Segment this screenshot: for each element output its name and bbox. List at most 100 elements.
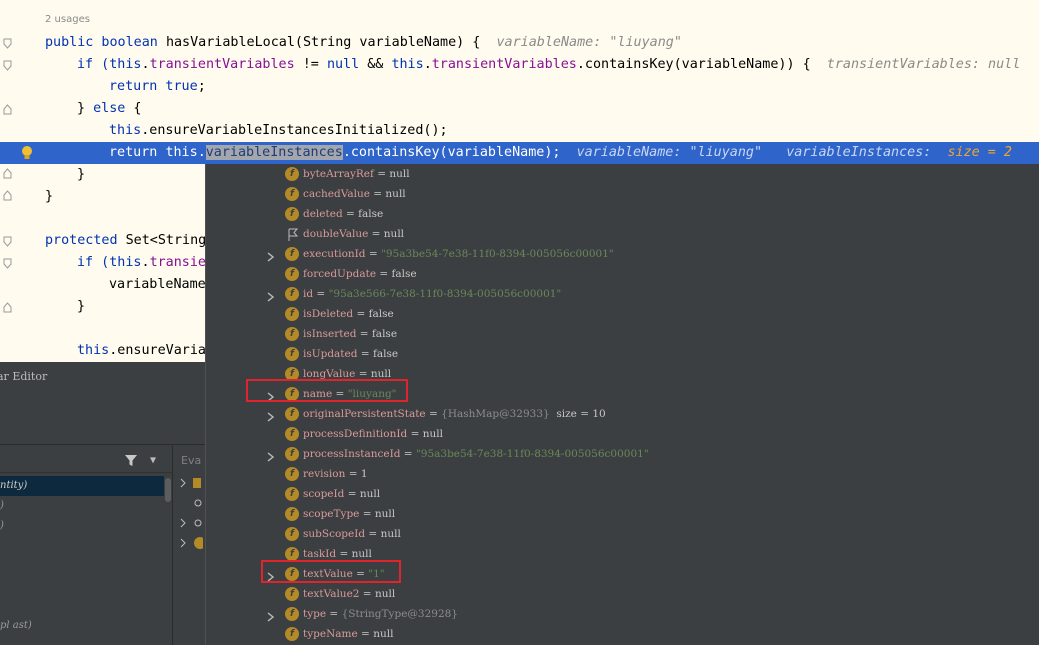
variable-node-text-value2[interactable]: f textValue2 = null [206,584,1039,604]
field-icon: f [285,527,299,541]
code-line[interactable]: if (this.transie [77,252,206,274]
variable-node-forced-update[interactable]: f forcedUpdate = false [206,264,1039,284]
fold-marker-icon[interactable] [3,168,12,179]
variable-node-is-deleted[interactable]: f isDeleted = false [206,304,1039,324]
frame-label: ) [0,520,4,531]
variable-value: {HashMap@32933} [441,408,550,420]
variable-node-type-name[interactable]: f typeName = null [206,624,1039,644]
equals-sign: = [425,408,442,420]
field-icon: f [285,547,299,561]
variable-node-cached-value[interactable]: f cachedValue = null [206,184,1039,204]
code-line[interactable]: } [77,296,85,318]
variable-row[interactable] [179,476,207,496]
frames-scrollbar[interactable] [164,474,172,645]
variable-node-id[interactable]: f id = "95a3e566-7e38-11f0-8394-005056c00… [206,284,1039,304]
usages-hint[interactable]: 2 usages [45,14,90,25]
variable-name: id [303,288,314,300]
frame-item[interactable]: pl ast) [0,616,164,636]
variable-node-scope-type[interactable]: f scopeType = null [206,504,1039,524]
variable-row[interactable] [179,516,207,536]
variable-node-revision[interactable]: f revision = 1 [206,464,1039,484]
variable-node-original-persistent-state[interactable]: f originalPersistentState = {HashMap@3293… [206,404,1039,424]
inline-value-hint: variableName: "liuyang" [576,145,763,160]
frame-item[interactable]: ntity) [0,476,164,496]
code-keyword: this [109,57,142,72]
field-icon: f [285,447,299,461]
variable-text: textValue2 = null [303,584,395,604]
fold-marker-icon[interactable] [3,236,12,247]
code-line[interactable]: variableName [109,274,206,296]
fold-marker-icon[interactable] [3,60,12,71]
variable-node-deleted[interactable]: f deleted = false [206,204,1039,224]
lightbulb-icon[interactable] [20,145,34,161]
fold-marker-icon[interactable] [3,190,12,201]
variable-node-process-instance-id[interactable]: f processInstanceId = "95a3be54-7e38-11f0… [206,444,1039,464]
expand-arrow-icon[interactable] [266,248,276,262]
variable-node-byte-array-ref[interactable]: f byteArrayRef = null [206,164,1039,184]
code-line[interactable]: public boolean hasVariableLocal(String v… [45,32,682,54]
expand-arrow-icon[interactable] [266,608,276,622]
variable-row[interactable] [179,496,207,516]
selected-expression[interactable]: variableInstances [205,145,343,160]
expand-arrow-icon[interactable] [266,288,276,302]
variable-text: isUpdated = false [303,344,398,364]
variable-name: typeName [303,628,358,640]
equals-sign: = [365,248,382,260]
code-line[interactable]: } [45,186,53,208]
field-icon: f [285,167,299,181]
equals-sign: = [326,608,342,620]
variable-value: "95a3be54-7e38-11f0-8394-005056c00001" [381,248,614,260]
code-keyword: if ( [77,255,110,270]
variable-node-type[interactable]: f type = {StringType@32928} [206,604,1039,624]
frames-list[interactable]: ntity) ) ) pl ast) [0,474,164,645]
variable-value: null [383,228,405,240]
variable-node-execution-id[interactable]: f executionId = "95a3be54-7e38-11f0-8394-… [206,244,1039,264]
variable-name: forcedUpdate [303,268,377,280]
variable-node-is-updated[interactable]: f isUpdated = false [206,344,1039,364]
code-line[interactable]: } [77,164,85,186]
variable-node-double-value[interactable]: doubleValue = null [206,224,1039,244]
code-line[interactable]: return true; [109,76,206,98]
field-icon: f [285,187,299,201]
field-icon: f [285,467,299,481]
field-icon: f [285,307,299,321]
code-keyword: this [109,123,142,138]
code-line[interactable]: protected Set<String [45,230,206,252]
code-line[interactable]: return this.variableInstances.containsKe… [109,142,1012,164]
field-icon: f [285,427,299,441]
fold-marker-icon[interactable] [3,258,12,269]
code-field: transie [149,255,206,270]
filter-icon[interactable] [124,452,138,471]
variable-row[interactable] [179,536,207,556]
inline-size-hint: size = 2 [947,145,1012,160]
expand-arrow-icon[interactable] [266,448,276,462]
equals-sign: = [359,508,375,520]
variable-text: executionId = "95a3be54-7e38-11f0-8394-0… [303,244,614,264]
equals-sign: = [313,288,329,300]
variable-node-scope-id[interactable]: f scopeId = null [206,484,1039,504]
frame-item[interactable]: ) [0,496,164,516]
current-execution-line[interactable]: return this.variableInstances.containsKe… [0,142,1039,164]
frame-item[interactable]: ) [0,516,164,536]
code-line[interactable]: this.ensureVariableInstancesInitialized(… [109,120,448,142]
fold-marker-icon[interactable] [3,38,12,49]
code-line[interactable]: if (this.transientVariables != null && t… [77,54,1020,76]
variable-node-sub-scope-id[interactable]: f subScopeId = null [206,524,1039,544]
variable-name: deleted [303,208,343,220]
variable-value-popup[interactable]: f byteArrayRef = null f cachedValue = null f… [205,164,1039,645]
scrollbar-thumb[interactable] [165,478,171,502]
variable-value: "95a3e566-7e38-11f0-8394-005056c00001" [328,288,562,300]
code-line[interactable]: } else { [77,98,142,120]
variable-text: doubleValue = null [303,224,404,244]
equals-sign: = [353,308,369,320]
expand-arrow-icon[interactable] [266,408,276,422]
variable-node-process-definition-id[interactable]: f processDefinitionId = null [206,424,1039,444]
code-line[interactable]: this.ensureVaria [77,340,206,362]
chevron-down-icon[interactable]: ▼ [150,455,156,466]
code-keyword: this [109,255,142,270]
fold-marker-icon[interactable] [3,302,12,313]
variables-pane[interactable]: Eva [172,446,206,645]
fold-marker-icon[interactable] [3,104,12,115]
code-keyword: this [391,57,424,72]
variable-node-is-inserted[interactable]: f isInserted = false [206,324,1039,344]
